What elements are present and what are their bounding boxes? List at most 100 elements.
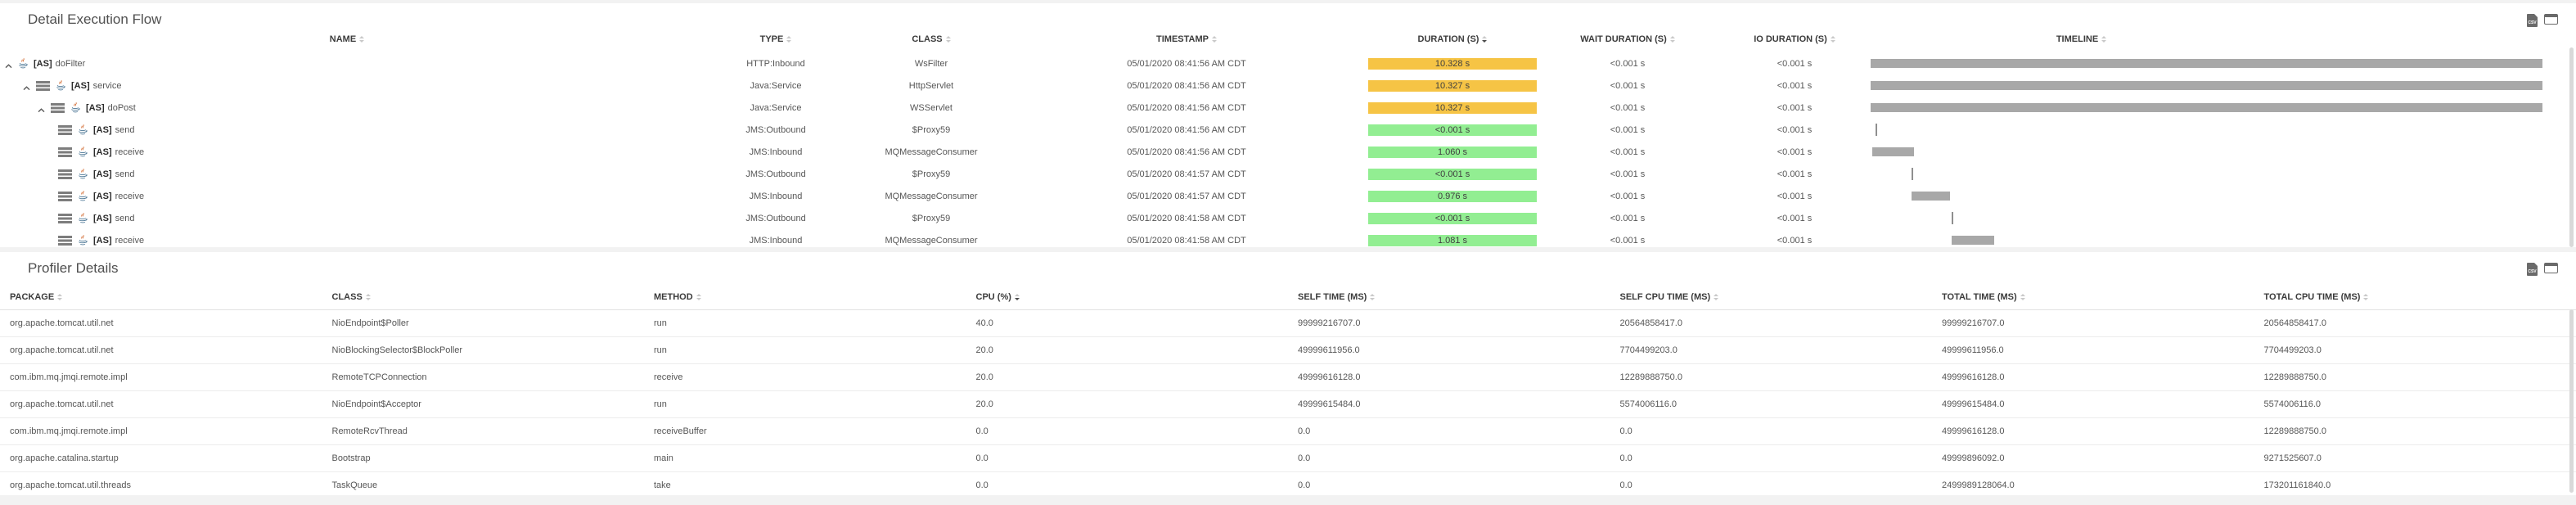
cell-type: JMS:Inbound — [694, 147, 858, 157]
column-header-wait-duration-s[interactable]: WAIT DURATION (S) — [1537, 33, 1718, 46]
execution-flow-row[interactable]: [AS]receiveJMS:InboundMQMessageConsumer0… — [0, 229, 2576, 247]
cell-method: main — [644, 453, 966, 463]
popout-window-icon[interactable] — [2544, 263, 2558, 273]
execution-flow-row[interactable]: [AS]doFilterHTTP:InboundWsFilter05/01/20… — [0, 52, 2576, 74]
timeline-bar — [1871, 81, 2542, 90]
collapse-chevron-icon[interactable] — [5, 61, 12, 66]
java-icon — [78, 124, 88, 136]
column-header-label: DURATION (S) — [1418, 34, 1479, 44]
sort-icon — [1670, 36, 1675, 43]
cell-class: MQMessageConsumer — [858, 236, 1005, 246]
cell-total-cpu-time: 7704499203.0 — [2254, 345, 2576, 355]
java-icon — [56, 80, 65, 92]
popout-window-icon[interactable] — [2544, 14, 2558, 25]
execution-flow-row[interactable]: [AS]sendJMS:Outbound$Proxy5905/01/2020 0… — [0, 207, 2576, 229]
duration-badge: <0.001 s — [1368, 124, 1537, 136]
execution-flow-row[interactable]: [AS]sendJMS:Outbound$Proxy5905/01/2020 0… — [0, 119, 2576, 141]
duration-badge: 0.976 s — [1368, 191, 1537, 202]
sort-icon — [2101, 36, 2106, 43]
column-header-package[interactable]: PACKAGE — [0, 292, 322, 302]
execution-flow-row[interactable]: [AS]sendJMS:Outbound$Proxy5905/01/2020 0… — [0, 163, 2576, 185]
column-header-total-time-ms[interactable]: TOTAL TIME (MS) — [1932, 292, 2254, 302]
cell-class: RemoteRcvThread — [322, 426, 645, 436]
execution-flow-row[interactable]: [AS]receiveJMS:InboundMQMessageConsumer0… — [0, 185, 2576, 207]
column-header-class[interactable]: CLASS — [322, 292, 645, 302]
column-header-label: CPU (%) — [976, 292, 1011, 302]
cell-class: WSServlet — [858, 103, 1005, 113]
collapse-chevron-icon[interactable] — [23, 83, 30, 88]
cell-self-time: 0.0 — [1288, 453, 1610, 463]
sort-icon — [1370, 294, 1375, 300]
node-prefix: [AS] — [93, 236, 112, 246]
call-stack-icon[interactable] — [58, 169, 72, 179]
cell-timeline — [1871, 97, 2547, 119]
cell-cpu: 20.0 — [966, 399, 1289, 409]
node-prefix: [AS] — [34, 59, 52, 69]
cell-class: HttpServlet — [858, 81, 1005, 91]
tree-name-cell: [AS]send — [0, 124, 694, 136]
call-stack-icon[interactable] — [51, 103, 65, 113]
column-header-name[interactable]: NAME — [0, 33, 694, 46]
cell-self-time: 49999615484.0 — [1288, 399, 1610, 409]
export-csv-icon[interactable]: CSV — [2527, 14, 2538, 27]
timeline-bar — [1871, 103, 2542, 112]
column-header-self-time-ms[interactable]: SELF TIME (MS) — [1288, 292, 1610, 302]
profiler-rows: org.apache.tomcat.util.netNioEndpoint$Po… — [0, 310, 2576, 495]
java-icon — [78, 147, 88, 158]
timeline-bar — [1872, 147, 1914, 156]
cell-io-duration: <0.001 s — [1718, 103, 1871, 113]
cell-timeline — [1871, 141, 2547, 163]
column-header-cpu[interactable]: CPU (%) — [966, 292, 1289, 302]
profiler-title: Profiler Details — [28, 260, 119, 277]
sort-icon — [359, 36, 364, 43]
tree-name-cell: [AS]doPost — [0, 102, 694, 114]
duration-badge: 10.327 s — [1368, 80, 1537, 92]
column-header-self-cpu-time-ms[interactable]: SELF CPU TIME (MS) — [1610, 292, 1933, 302]
sort-icon — [2363, 294, 2368, 300]
call-stack-icon[interactable] — [58, 125, 72, 135]
cell-self-time: 49999616128.0 — [1288, 372, 1610, 382]
cell-timestamp: 05/01/2020 08:41:56 AM CDT — [1005, 125, 1368, 135]
cell-timestamp: 05/01/2020 08:41:56 AM CDT — [1005, 103, 1368, 113]
sort-icon — [946, 36, 951, 43]
column-header-class[interactable]: CLASS — [858, 33, 1005, 46]
collapse-chevron-icon[interactable] — [38, 106, 45, 110]
cell-total-time: 49999615484.0 — [1932, 399, 2254, 409]
column-header-total-cpu-time-ms[interactable]: TOTAL CPU TIME (MS) — [2254, 292, 2576, 302]
column-header-type[interactable]: TYPE — [694, 33, 858, 46]
column-header-method[interactable]: METHOD — [644, 292, 966, 302]
column-header-io-duration-s[interactable]: IO DURATION (S) — [1718, 33, 1871, 46]
call-stack-icon[interactable] — [58, 214, 72, 223]
call-stack-icon[interactable] — [36, 81, 50, 91]
cell-io-duration: <0.001 s — [1718, 59, 1871, 69]
execution-flow-row[interactable]: [AS]doPostJava:ServiceWSServlet05/01/202… — [0, 97, 2576, 119]
cell-method: run — [644, 318, 966, 328]
cell-package: org.apache.tomcat.util.net — [0, 345, 322, 355]
cell-io-duration: <0.001 s — [1718, 192, 1871, 201]
execution-flow-row[interactable]: [AS]serviceJava:ServiceHttpServlet05/01/… — [0, 74, 2576, 97]
column-header-label: TOTAL CPU TIME (MS) — [2264, 292, 2361, 302]
column-header-duration-s[interactable]: DURATION (S) — [1368, 33, 1537, 46]
node-prefix: [AS] — [93, 169, 112, 179]
export-csv-icon[interactable]: CSV — [2527, 263, 2538, 276]
column-header-label: TYPE — [760, 34, 784, 44]
cell-method: receive — [644, 372, 966, 382]
call-stack-icon[interactable] — [58, 236, 72, 246]
node-prefix: [AS] — [93, 192, 112, 201]
cell-total-time: 49999896092.0 — [1932, 453, 2254, 463]
cell-type: Java:Service — [694, 81, 858, 91]
call-stack-icon[interactable] — [58, 192, 72, 201]
cell-timeline — [1871, 185, 2547, 207]
tree-name-cell: [AS]send — [0, 169, 694, 180]
cell-class: $Proxy59 — [858, 169, 1005, 179]
node-name: receive — [115, 192, 144, 201]
profiler-scrollbar[interactable] — [2569, 309, 2574, 493]
column-header-timeline[interactable]: TIMELINE — [1871, 33, 2292, 46]
execution-flow-scrollbar[interactable] — [2569, 47, 2574, 247]
column-header-label: NAME — [330, 34, 356, 44]
column-header-timestamp[interactable]: TIMESTAMP — [1005, 33, 1368, 46]
tree-name-cell: [AS]send — [0, 213, 694, 224]
call-stack-icon[interactable] — [58, 147, 72, 157]
execution-flow-row[interactable]: [AS]receiveJMS:InboundMQMessageConsumer0… — [0, 141, 2576, 163]
cell-self-cpu-time: 5574006116.0 — [1610, 399, 1933, 409]
